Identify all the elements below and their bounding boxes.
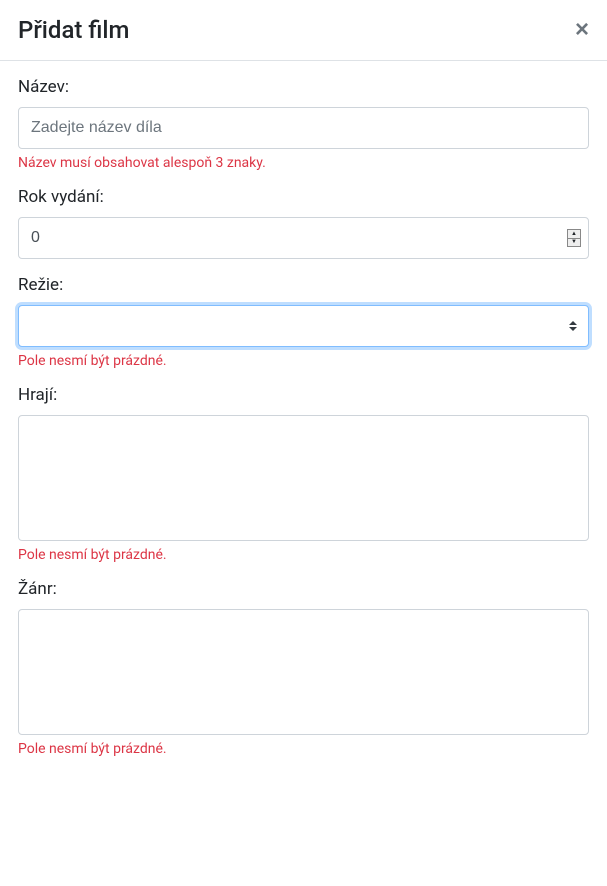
director-select[interactable] <box>18 305 589 347</box>
director-label: Režie: <box>18 275 589 295</box>
genre-error: Pole nesmí být prázdné. <box>18 741 589 757</box>
actors-group: Hrají: Pole nesmí být prázdné. <box>18 385 589 563</box>
spinner-down-icon[interactable]: ▼ <box>568 239 580 247</box>
close-button[interactable]: × <box>575 18 589 42</box>
year-group: Rok vydání: ▲ ▼ <box>18 187 589 259</box>
genre-group: Žánr: Pole nesmí být prázdné. <box>18 579 589 757</box>
close-icon: × <box>575 16 589 43</box>
actors-label: Hrají: <box>18 385 589 405</box>
spinner-up-icon[interactable]: ▲ <box>568 230 580 239</box>
name-group: Název: Název musí obsahovat alespoň 3 zn… <box>18 77 589 171</box>
year-input[interactable] <box>18 217 589 259</box>
name-error: Název musí obsahovat alespoň 3 znaky. <box>18 155 589 171</box>
actors-select[interactable] <box>18 415 589 541</box>
director-error: Pole nesmí být prázdné. <box>18 353 589 369</box>
name-input[interactable] <box>18 107 589 149</box>
modal-title: Přidat film <box>18 16 129 44</box>
director-group: Režie: Pole nesmí být prázdné. <box>18 275 589 369</box>
year-spinner[interactable]: ▲ ▼ <box>567 229 581 247</box>
genre-select[interactable] <box>18 609 589 735</box>
modal-header: Přidat film × <box>0 0 607 61</box>
year-label: Rok vydání: <box>18 187 589 207</box>
modal-body: Název: Název musí obsahovat alespoň 3 zn… <box>0 61 607 789</box>
name-label: Název: <box>18 77 589 97</box>
actors-error: Pole nesmí být prázdné. <box>18 547 589 563</box>
genre-label: Žánr: <box>18 579 589 599</box>
